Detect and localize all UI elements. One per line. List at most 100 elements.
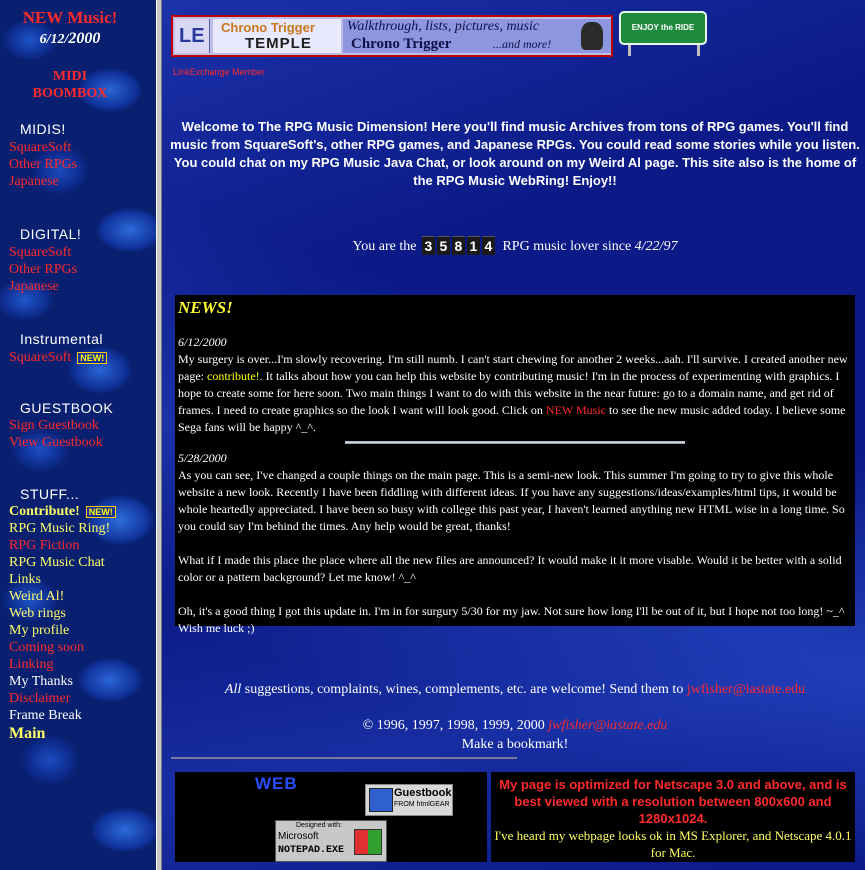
new-music-link[interactable]: NEW Music!: [0, 8, 140, 28]
banner-tagline-line3: ...and more!: [493, 37, 552, 51]
copyright-line: © 1996, 1997, 1998, 1999, 2000 jwfisher@…: [170, 716, 860, 735]
new-music-inline-link[interactable]: NEW Music: [546, 403, 606, 417]
contribute-link[interactable]: Contribute! NEW!: [9, 503, 116, 520]
midi-boombox-line1: MIDI: [52, 69, 88, 84]
linkexchange-logo: LE: [175, 19, 210, 53]
visitor-counter-line: You are the 35814 RPG music lover since …: [170, 236, 860, 258]
banner-tagline: Walkthrough, lists, pictures, music Chro…: [343, 19, 611, 53]
news-entry2-paragraph3: Oh, it's a good thing I got this update …: [178, 604, 845, 635]
counter-digit: 3: [421, 236, 435, 255]
section-heading-midis: MIDIS!: [20, 121, 66, 137]
sign-post-left: [628, 45, 631, 56]
sign-post-right: [697, 45, 700, 56]
suggestions-line: All suggestions, complaints, wines, comp…: [170, 680, 860, 699]
guestbook-badge-title: Guestbook: [394, 787, 452, 799]
coming-soon-link[interactable]: Coming soon: [9, 639, 84, 656]
main-link[interactable]: Main: [9, 725, 45, 742]
sidebar-frame: NEW Music! 6/12/2000 MIDI BOOMBOX MIDIS!…: [0, 0, 156, 870]
ct-logo-line2: TEMPLE: [245, 35, 312, 52]
my-profile-link[interactable]: My profile: [9, 622, 69, 639]
update-date-part-a: 6/12/: [39, 32, 69, 47]
web-counter-logo[interactable]: WEB counter: [205, 774, 365, 816]
notepad-badge-line2: Microsoft: [278, 831, 319, 842]
contribute-inline-link[interactable]: contribute!: [207, 369, 260, 383]
character-figure-icon: [581, 22, 603, 50]
chrono-trigger-temple-banner[interactable]: LE Chrono Trigger TEMPLE Walkthrough, li…: [171, 15, 613, 57]
section-heading-guestbook: GUESTBOOK: [20, 400, 114, 416]
rpg-music-ring-link[interactable]: RPG Music Ring!: [9, 520, 110, 537]
linkexchange-member-link[interactable]: LinkExchange Member: [173, 67, 265, 77]
midis-link-squaresoft[interactable]: SquareSoft: [9, 139, 71, 156]
digital-link-japanese[interactable]: Japanese: [9, 278, 59, 295]
guestbook-book-icon: [369, 788, 393, 812]
windows-logo-icon: [354, 829, 382, 855]
section-heading-stuff: STUFF...: [20, 486, 80, 502]
update-date: 6/12/2000: [0, 30, 140, 48]
suggestions-text: suggestions, complaints, wines, compleme…: [241, 682, 687, 697]
counter-since-date: 4/22/97: [634, 239, 678, 255]
footer-text: All suggestions, complaints, wines, comp…: [170, 680, 860, 754]
update-date-part-b: 2000: [68, 30, 101, 47]
browser-note-box: My page is optimized for Netscape 3.0 an…: [491, 772, 855, 862]
rpg-fiction-link[interactable]: RPG Fiction: [9, 537, 79, 554]
explorer-note: I've heard my webpage looks ok in MS Exp…: [494, 828, 852, 860]
guestbook-badge-sub: FROM htmlGEAR: [394, 801, 450, 808]
news-title: NEWS!: [178, 298, 233, 317]
htmlgear-guestbook-badge[interactable]: Guestbook FROM htmlGEAR: [365, 784, 453, 816]
sign-guestbook-link[interactable]: Sign Guestbook: [9, 417, 99, 434]
news-divider: [345, 441, 685, 444]
section-heading-instrumental: Instrumental: [20, 331, 104, 347]
new-badge: NEW!: [77, 351, 108, 364]
digital-link-other-rpgs[interactable]: Other RPGs: [9, 261, 77, 278]
notepad-badge-line1: Designed with:: [296, 822, 342, 829]
main-frame: LE Chrono Trigger TEMPLE Walkthrough, li…: [162, 0, 865, 870]
new-badge: NEW!: [85, 505, 116, 518]
suggestions-italic: All: [224, 682, 242, 697]
email-link[interactable]: jwfisher@iastate.edu: [687, 682, 805, 697]
linking-link[interactable]: Linking: [9, 656, 53, 673]
news-entry-body: My surgery is over...I'm slowly recoveri…: [178, 351, 852, 436]
weird-al-link[interactable]: Weird Al!: [9, 588, 64, 605]
notepad-badge: Designed with: Microsoft NOTEPAD.EXE: [275, 820, 387, 862]
counter-digit: 1: [466, 236, 480, 255]
news-box: NEWS! 6/12/2000 My surgery is over...I'm…: [175, 295, 855, 635]
copyright-email-link[interactable]: jwfisher@iastate.edu: [548, 718, 667, 733]
counter-digit: 5: [436, 236, 450, 255]
midis-link-other-rpgs[interactable]: Other RPGs: [9, 156, 77, 173]
my-thanks-link[interactable]: My Thanks: [9, 673, 73, 690]
web-rings-link[interactable]: Web rings: [9, 605, 66, 622]
midis-link-japanese[interactable]: Japanese: [9, 173, 59, 190]
counter-digit: 8: [451, 236, 465, 255]
disclaimer-link[interactable]: Disclaimer: [9, 690, 70, 707]
digital-link-squaresoft[interactable]: SquareSoft: [9, 244, 71, 261]
copyright-text: © 1996, 1997, 1998, 1999, 2000: [362, 718, 549, 733]
banner-tagline-line1: Walkthrough, lists, pictures, music: [347, 19, 540, 34]
linkexchange-logo-text: LE: [179, 25, 205, 47]
view-guestbook-link[interactable]: View Guestbook: [9, 434, 103, 451]
footer-divider: [171, 757, 517, 759]
midi-boombox-link[interactable]: MIDI BOOMBOX: [0, 68, 140, 102]
counter-prefix: You are the: [352, 239, 417, 255]
bookmark-text: Make a bookmark!: [461, 737, 569, 752]
instrumental-link-squaresoft[interactable]: SquareSoft NEW!: [9, 349, 108, 366]
notepad-badge-line3: NOTEPAD.EXE: [278, 845, 345, 856]
midi-boombox-line2: BOOMBOX: [32, 86, 108, 101]
instrumental-link-label: SquareSoft: [9, 350, 72, 365]
ct-logo-line1: Chrono Trigger: [221, 20, 315, 35]
news-entry-date: 5/28/2000: [178, 451, 227, 465]
rpg-music-chat-link[interactable]: RPG Music Chat: [9, 554, 105, 571]
frame-break-link[interactable]: Frame Break: [9, 707, 82, 724]
enjoy-the-ride-sign[interactable]: ENJOY the RIDE: [619, 11, 707, 45]
banner-tagline-line2: Chrono Trigger: [351, 36, 452, 52]
news-entry2-paragraph1: As you can see, I've changed a couple th…: [178, 468, 845, 533]
chrono-trigger-temple-logo: Chrono Trigger TEMPLE: [213, 19, 341, 53]
news-entry2-paragraph2: What if I made this place the place wher…: [178, 553, 842, 584]
web-counter-top-text: WEB: [255, 774, 298, 793]
contribute-link-label: Contribute!: [9, 504, 80, 519]
counter-suffix: RPG music lover since: [502, 239, 632, 255]
badges-box: WEB counter Guestbook FROM htmlGEAR Desi…: [175, 772, 487, 862]
web-counter-bottom-text: counter: [205, 792, 292, 809]
section-heading-digital: DIGITAL!: [20, 226, 82, 242]
counter-digit: 4: [481, 236, 495, 255]
links-link[interactable]: Links: [9, 571, 41, 588]
